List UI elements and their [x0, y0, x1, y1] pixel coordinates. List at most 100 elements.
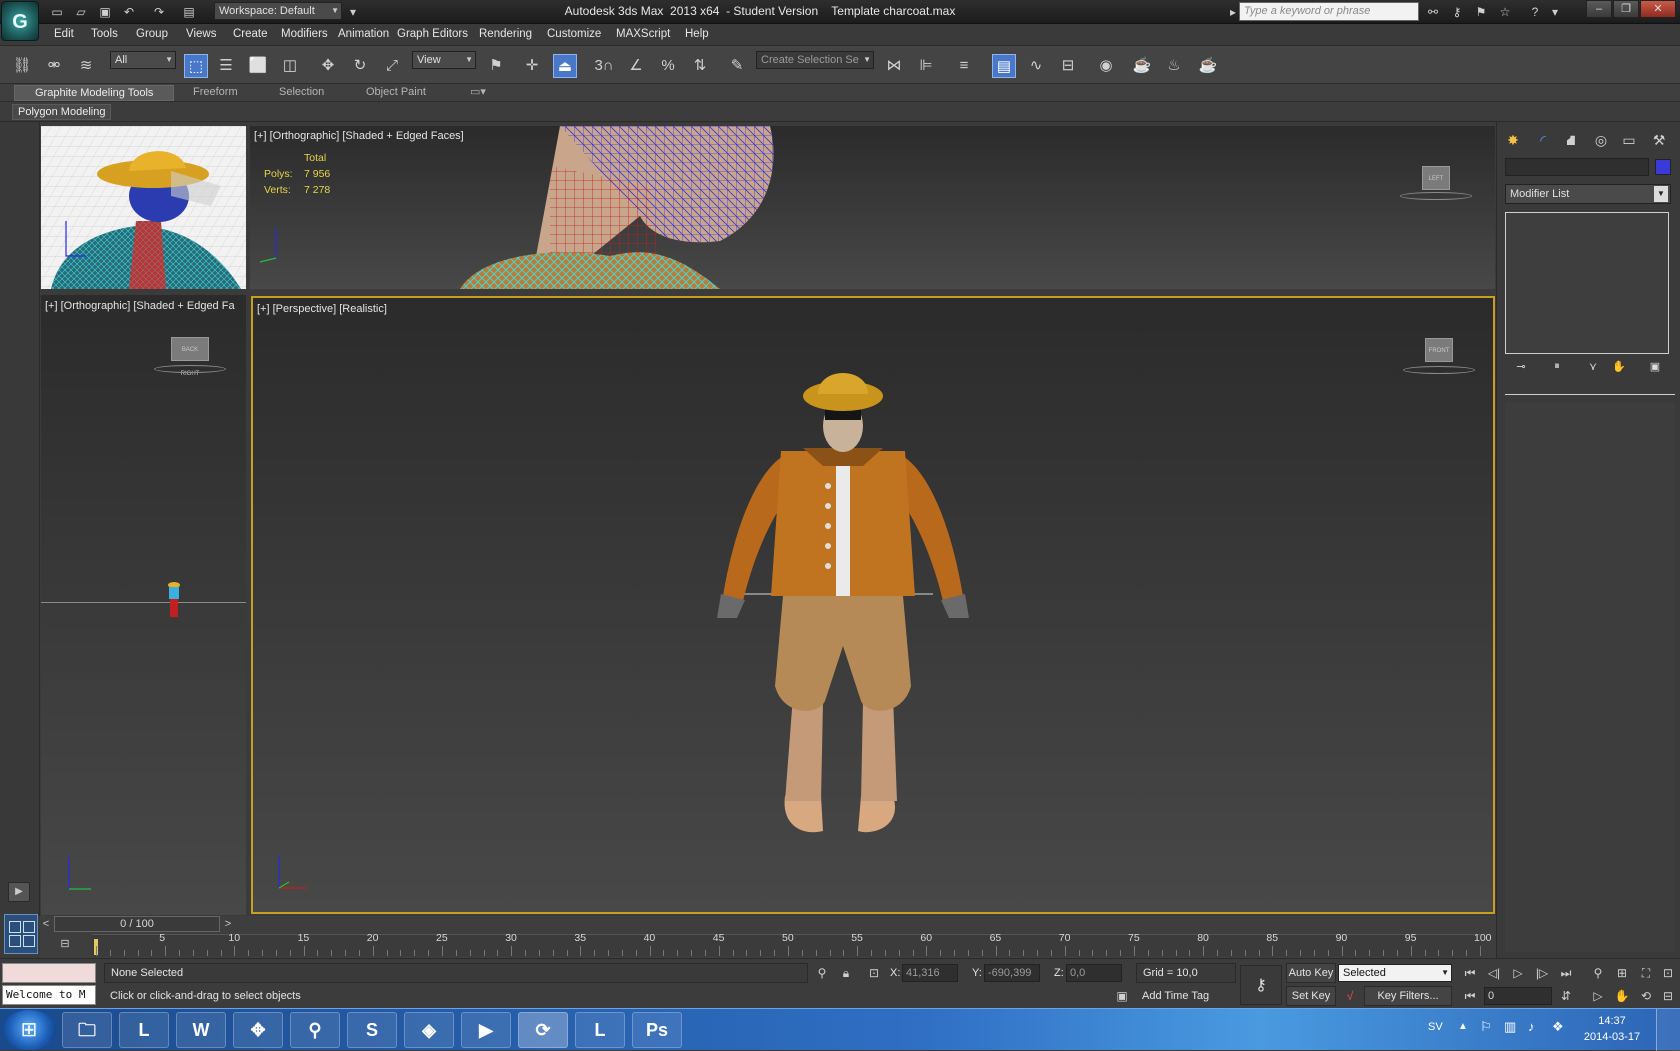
explorer-icon[interactable]: 🗀	[62, 1012, 112, 1048]
render-production-icon[interactable]: ☕	[1196, 54, 1220, 78]
search-icon[interactable]: ⚲	[290, 1012, 340, 1048]
tab-freeform[interactable]: Freeform	[193, 86, 238, 98]
select-and-move-icon[interactable]: ✥	[316, 54, 340, 78]
show-hidden-icons-icon[interactable]: ▲	[1458, 1021, 1468, 1032]
default-in-out-tangents-icon[interactable]: √	[1340, 987, 1360, 1005]
go-to-start-icon[interactable]: ⏮	[1460, 964, 1480, 982]
league-of-legends-icon[interactable]: L	[119, 1012, 169, 1048]
keyboard-shortcut-override-icon[interactable]: ⏏	[553, 54, 577, 78]
skype-icon[interactable]: S	[347, 1012, 397, 1048]
menu-edit[interactable]: Edit	[54, 28, 74, 40]
viewport-label-top[interactable]: [+] [Orthographic] [Shaded + Edged Faces…	[254, 130, 464, 142]
rendered-frame-window-icon[interactable]: ♨	[1162, 54, 1186, 78]
unlink-icon[interactable]: ⚮	[42, 54, 66, 78]
select-by-name-icon[interactable]: ☰	[214, 54, 238, 78]
key-mode-dropdown[interactable]: Selected ▼	[1338, 964, 1452, 982]
next-frame-icon[interactable]: |▷	[1532, 964, 1552, 982]
selection-lock-icon[interactable]: 🔒︎	[836, 964, 856, 982]
selection-filter-dropdown[interactable]: All ▼	[110, 51, 176, 69]
viewport-label-left[interactable]: [+] [Orthographic] [Shaded + Edged Fa	[45, 300, 235, 312]
menu-group[interactable]: Group	[136, 28, 168, 40]
remove-modifier-icon[interactable]: ✋	[1609, 360, 1629, 376]
quick-access-menu-icon[interactable]: ▾	[344, 4, 362, 20]
pan-view-icon[interactable]: ✋	[1612, 987, 1632, 1005]
make-unique-icon[interactable]: ⋎	[1583, 360, 1603, 376]
viewcube-ring[interactable]	[1400, 192, 1472, 200]
app-logo-button[interactable]: G	[1, 1, 39, 41]
time-tag-icon[interactable]: ▣	[1112, 987, 1132, 1005]
modifier-stack-list[interactable]	[1505, 212, 1669, 354]
zoom-all-icon[interactable]: ⊞	[1612, 964, 1632, 982]
graphite-toggle-icon[interactable]: ▤	[992, 54, 1016, 78]
zoom-extents-all-icon[interactable]: ⊡	[1658, 964, 1678, 982]
display-icon[interactable]: ▭	[1617, 129, 1641, 151]
select-manipulate-icon[interactable]: ✛	[520, 54, 544, 78]
rectangular-selection-icon[interactable]: ⬜	[246, 54, 270, 78]
viewport-layout-button[interactable]	[4, 914, 38, 954]
bind-space-warp-icon[interactable]: ≋	[74, 54, 98, 78]
maximize-viewport-icon[interactable]: ⊟	[1658, 987, 1678, 1005]
time-slider[interactable]: 0 / 100	[54, 916, 220, 932]
time-slider-prev-icon[interactable]: <	[40, 916, 52, 932]
start-button[interactable]: ⊞	[2, 1010, 56, 1050]
current-frame-field[interactable]: 0	[1484, 987, 1552, 1005]
reference-coordinate-dropdown[interactable]: View ▼	[412, 51, 476, 69]
set-key-button[interactable]: Set Key	[1286, 986, 1336, 1006]
absolute-mode-transform-icon[interactable]: ⊡	[864, 964, 884, 982]
orbit-icon[interactable]: ⟲	[1636, 987, 1656, 1005]
system-clock[interactable]: 14:37 2014-03-17	[1582, 1013, 1642, 1045]
restore-button[interactable]: ❐	[1613, 0, 1639, 18]
modifier-list-dropdown[interactable]: Modifier List ▼	[1505, 184, 1671, 204]
x-coordinate-field[interactable]: 41,316	[902, 964, 958, 982]
time-configuration-icon[interactable]: ⇵	[1556, 987, 1576, 1005]
maxscript-mini-listener-top[interactable]	[2, 963, 96, 983]
named-selection-sets-dropdown[interactable]: Create Selection Se ▼	[756, 51, 874, 69]
binoculars-icon[interactable]: ⚯	[1424, 4, 1442, 20]
time-slider-next-icon[interactable]: >	[222, 916, 234, 932]
menu-customize[interactable]: Customize	[547, 28, 601, 40]
viewcube-front[interactable]: FRONT	[1425, 338, 1453, 362]
viewport-camera-thumbnail[interactable]	[41, 126, 246, 289]
heroes-icon[interactable]: ◈	[404, 1012, 454, 1048]
tab-graphite-modeling-tools[interactable]: Graphite Modeling Tools	[14, 85, 175, 101]
z-coordinate-field[interactable]: 0,0	[1066, 964, 1122, 982]
show-desktop-button[interactable]	[1656, 1009, 1680, 1051]
help-dropdown-icon[interactable]: ▾	[1546, 4, 1564, 20]
3dsmax-icon[interactable]: ⟳	[518, 1012, 568, 1048]
ribbon-minimize-icon[interactable]: ▭▾	[470, 85, 486, 98]
create-icon[interactable]: ✸	[1501, 129, 1525, 151]
previous-frame-icon[interactable]: ◁|	[1484, 964, 1504, 982]
percent-snap-icon[interactable]: %	[656, 54, 680, 78]
curve-editor-icon[interactable]: ∿	[1024, 54, 1048, 78]
pin-stack-icon[interactable]: ⊸	[1511, 360, 1531, 376]
menu-create[interactable]: Create	[233, 28, 268, 40]
new-file-icon[interactable]: ▭	[48, 4, 66, 20]
close-button[interactable]: ✕	[1640, 0, 1676, 18]
notification-app-icon[interactable]: ❖	[1552, 1019, 1564, 1035]
key-mode-toggle-icon[interactable]: ⏮	[1460, 987, 1480, 1005]
select-and-scale-icon[interactable]: ⤢	[380, 54, 404, 78]
network-icon[interactable]: ▥	[1504, 1019, 1516, 1035]
viewcube-left[interactable]: LEFT	[1422, 166, 1450, 190]
angle-snap-icon[interactable]: ∠	[624, 54, 648, 78]
menu-graph-editors[interactable]: Graph Editors	[397, 28, 468, 40]
action-center-icon[interactable]: ⚐	[1480, 1019, 1492, 1035]
maxscript-listener[interactable]: Welcome to M	[2, 985, 96, 1005]
set-keys-key-icon[interactable]: ⚷	[1240, 965, 1282, 1005]
viewcube-ring[interactable]	[1403, 366, 1475, 374]
auto-key-button[interactable]: Auto Key	[1286, 963, 1336, 983]
menu-maxscript[interactable]: MAXScript	[616, 28, 670, 40]
menu-modifiers[interactable]: Modifiers	[281, 28, 328, 40]
menu-rendering[interactable]: Rendering	[479, 28, 532, 40]
zoom-extents-icon[interactable]: ⛶	[1636, 964, 1656, 982]
y-coordinate-field[interactable]: -690,399	[984, 964, 1040, 982]
project-folder-icon[interactable]: ▤	[180, 4, 198, 20]
align-icon[interactable]: ⊫	[914, 54, 938, 78]
link-icon[interactable]: ⛓	[10, 54, 34, 78]
menu-views[interactable]: Views	[186, 28, 216, 40]
expand-arrow-icon[interactable]: ▶	[8, 882, 30, 902]
photoshop-icon[interactable]: Ps	[632, 1012, 682, 1048]
render-setup-icon[interactable]: ☕	[1130, 54, 1154, 78]
workspace-dropdown[interactable]: Workspace: Default ▼	[214, 2, 342, 20]
viewport-orthographic-top[interactable]: [+] [Orthographic] [Shaded + Edged Faces…	[250, 126, 1495, 289]
